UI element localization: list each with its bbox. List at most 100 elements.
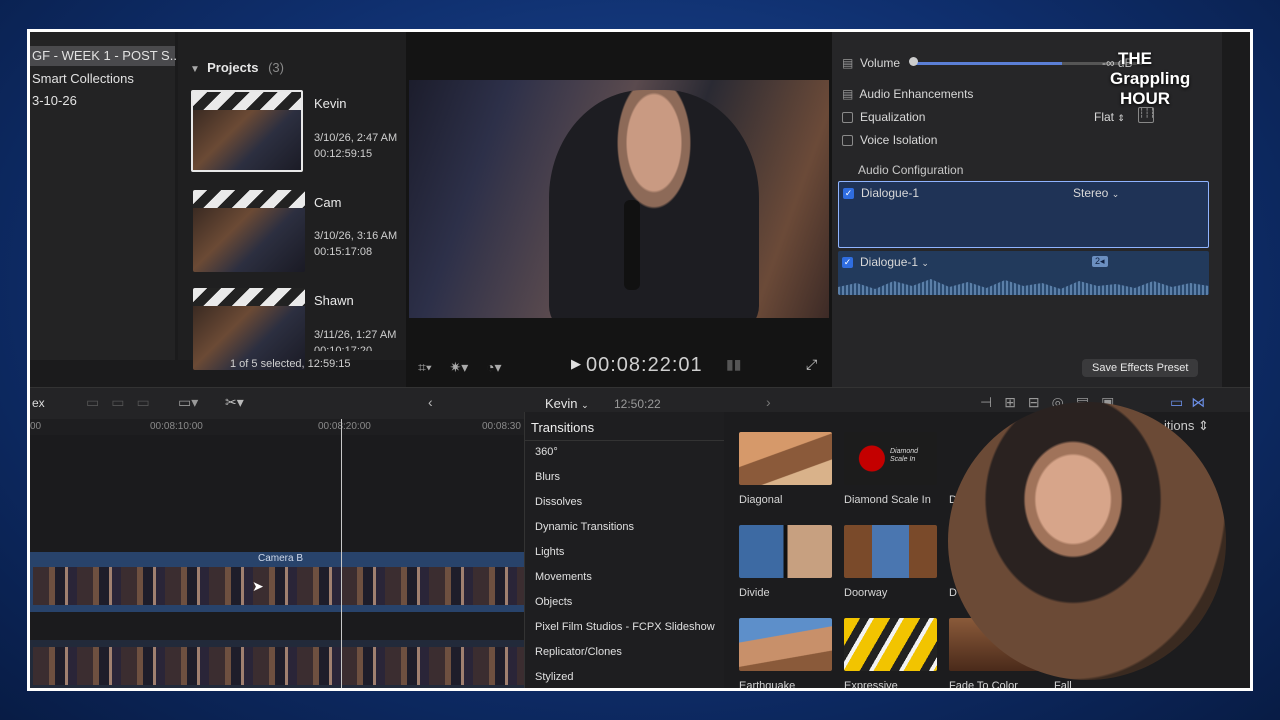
logo-line: THE: [1118, 49, 1152, 68]
microphone: [624, 200, 640, 290]
project-name: Cam: [314, 195, 342, 210]
blade-tool-icon[interactable]: ✂▾: [225, 394, 244, 411]
forward-arrow-icon[interactable]: ›: [766, 394, 771, 410]
save-effects-preset-button[interactable]: Save Effects Preset: [1082, 359, 1199, 377]
playhead[interactable]: [341, 419, 342, 688]
project-name: Kevin: [314, 96, 347, 111]
transition-label: Expressive: [844, 680, 898, 691]
interview-subject: [549, 90, 759, 318]
channel-count-badge: 2◂: [1092, 256, 1108, 267]
equalization-row[interactable]: Equalization: [842, 110, 925, 124]
volume-slider[interactable]: [912, 62, 1062, 65]
transition-label: Doorway: [844, 587, 888, 599]
play-button[interactable]: ▶: [571, 356, 581, 372]
transform-icon[interactable]: ⌗▾: [418, 359, 432, 375]
edit-buttons: ▭▭▭: [86, 394, 162, 410]
clip-label: Camera B: [258, 553, 304, 564]
logo-line: Grappling: [1110, 69, 1191, 88]
ruler-label: 00:08:30: [482, 421, 521, 432]
project-thumbnail-cam[interactable]: [193, 190, 305, 272]
role-subcomponent[interactable]: ✓ Dialogue-1 ⌄ 2◂: [838, 251, 1209, 295]
transition-thumb-diamond-scale-in[interactable]: Diamond Scale In: [844, 432, 937, 485]
volume-icon: ▤: [842, 56, 854, 70]
voice-isolation-checkbox[interactable]: [842, 135, 853, 147]
project-name: Shawn: [314, 293, 354, 308]
timecode-display[interactable]: 00:08:22:01: [586, 354, 703, 377]
enhancements-header: ▤ Audio Enhancements: [842, 87, 974, 101]
updown-chevron-icon: ⇕: [1117, 113, 1125, 123]
subrole-checkbox[interactable]: ✓: [842, 257, 853, 269]
clip-filmstrip: [33, 567, 524, 605]
updown-chevron-icon: ⇕: [1197, 418, 1209, 433]
project-duration: 00:15:17:08: [314, 246, 373, 258]
transition-label: Fall: [1054, 680, 1072, 691]
speed-icon[interactable]: ◔▾: [486, 359, 501, 375]
chevron-down-icon: ⌄: [1111, 189, 1120, 199]
role-checkbox[interactable]: ✓: [843, 188, 854, 200]
project-duration: 00:12:59:15: [314, 148, 373, 160]
event-item-selected[interactable]: GF - WEEK 1 - POST S...: [30, 46, 181, 66]
project-duration: 12:50:22: [614, 397, 661, 411]
date-event-item[interactable]: 3-10-26: [32, 93, 77, 108]
final-cut-window: GF - WEEK 1 - POST S... Smart Collection…: [27, 29, 1253, 691]
voice-isolation-row[interactable]: Voice Isolation: [842, 133, 937, 147]
project-date: 3/10/26, 3:16 AM: [314, 230, 398, 242]
show-logo: THE Grappling HOUR: [1110, 49, 1190, 109]
project-thumbnail-kevin[interactable]: [191, 90, 303, 172]
projects-header[interactable]: ▼ Projects (3): [190, 60, 284, 75]
category-objects[interactable]: Objects: [535, 596, 572, 608]
category-replicator-clones[interactable]: Replicator/Clones: [535, 646, 622, 658]
chevron-down-icon: ⌄: [581, 400, 589, 410]
ruler-label: 00:08:20:00: [318, 421, 371, 432]
browser-panel: ▼ Projects (3) Kevin 3/10/26, 2:47 AM 00…: [178, 32, 406, 370]
magic-wand-icon[interactable]: ✷▾: [450, 359, 469, 375]
category-lights[interactable]: Lights: [535, 546, 564, 558]
edit-overwrite-menu[interactable]: ▭▾: [178, 394, 198, 411]
transition-thumb-expressive[interactable]: [844, 618, 937, 671]
fullscreen-icon[interactable]: ⤢: [806, 356, 817, 373]
timeline-ruler: 00 00:08:10:00 00:08:20:00 00:08:30: [30, 419, 524, 435]
audio-configuration-header: Audio Configuration: [858, 163, 964, 177]
audio-meter-icon: ▮▮: [726, 356, 742, 372]
project-date: 3/11/26, 1:27 AM: [314, 329, 397, 341]
ruler-tick: 00: [30, 421, 42, 432]
transitions-sidebar: Transitions 360° Blurs Dissolves Dynamic…: [524, 412, 724, 688]
video-frame: [409, 80, 829, 318]
eq-graph-icon[interactable]: ┆┆┆: [1138, 107, 1155, 123]
category-pixel-film-studios[interactable]: Pixel Film Studios - FCPX Slideshow: [535, 621, 715, 633]
category-360[interactable]: 360°: [535, 446, 558, 458]
timeline-area[interactable]: Camera B ➤: [30, 435, 524, 688]
category-blurs[interactable]: Blurs: [535, 471, 560, 483]
transition-label: Fade To Color: [949, 680, 1018, 691]
transitions-browser-icon[interactable]: ▭⋈: [1170, 394, 1213, 411]
category-movements[interactable]: Movements: [535, 571, 592, 583]
disclosure-triangle-icon[interactable]: ▼: [190, 64, 200, 75]
thumb-overlay-text: Diamond Scale In: [890, 448, 919, 463]
category-stylized[interactable]: Stylized: [535, 671, 574, 683]
volume-slider-handle[interactable]: [909, 57, 918, 66]
project-selector[interactable]: Kevin ⌄: [545, 396, 589, 411]
subrole-row: ✓ Dialogue-1 ⌄: [842, 255, 929, 269]
webcam-overlay: [948, 402, 1226, 680]
index-button[interactable]: ex: [32, 396, 45, 410]
enhancements-icon: ▤: [842, 87, 854, 101]
transition-thumb-divide[interactable]: [739, 525, 832, 578]
category-dissolves[interactable]: Dissolves: [535, 496, 582, 508]
equalization-checkbox[interactable]: [842, 112, 853, 124]
project-duration: 00:10:17:20: [314, 345, 373, 351]
transition-thumb-earthquake[interactable]: [739, 618, 832, 671]
role-row: ✓ Dialogue-1: [843, 186, 920, 200]
transition-label: Diamond Scale In: [844, 494, 931, 506]
transition-thumb-doorway[interactable]: [844, 525, 937, 578]
eq-preset-select[interactable]: Flat ⇕: [1094, 110, 1125, 124]
role-component-selected[interactable]: ✓ Dialogue-1 Stereo ⌄: [838, 181, 1209, 248]
transition-thumb-diagonal[interactable]: [739, 432, 832, 485]
smart-collections-item[interactable]: Smart Collections: [32, 71, 134, 86]
browser-status: 1 of 5 selected, 12:59:15: [230, 358, 351, 370]
volume-row: ▤ Volume: [842, 56, 901, 70]
back-arrow-icon[interactable]: ‹: [428, 394, 433, 410]
channel-mode-select[interactable]: Stereo ⌄: [1073, 186, 1119, 200]
category-dynamic-transitions[interactable]: Dynamic Transitions: [535, 521, 634, 533]
project-date: 3/10/26, 2:47 AM: [314, 132, 398, 144]
mouse-cursor-icon: ➤: [252, 578, 264, 594]
